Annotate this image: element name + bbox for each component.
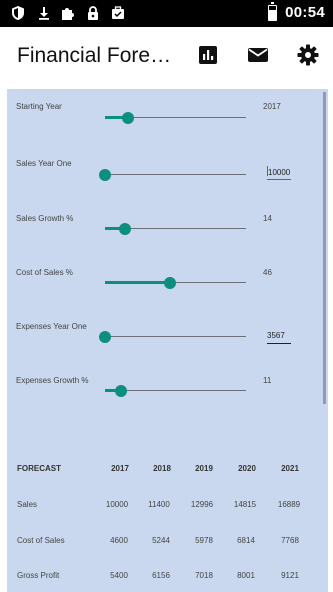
cost-of-sales-slider[interactable] (105, 276, 246, 290)
table-cell: 6156 (152, 571, 170, 580)
forecast-panel: Starting Year 2017 Sales Year One 10000 … (7, 89, 328, 592)
sales-year-one-label: Sales Year One (16, 159, 72, 168)
starting-year-slider[interactable] (105, 111, 246, 125)
year-header: 2020 (238, 464, 256, 473)
year-header: 2019 (195, 464, 213, 473)
sales-year-one-slider[interactable] (99, 168, 246, 182)
slider-thumb[interactable] (118, 223, 131, 235)
table-cell: 9121 (281, 571, 299, 580)
expenses-growth-slider[interactable] (105, 384, 246, 398)
scrollbar[interactable] (323, 92, 326, 404)
sales-year-one-value: 10000 (268, 168, 291, 177)
starting-year-value: 2017 (263, 102, 281, 111)
table-cell: 5978 (195, 536, 213, 545)
app-title: Financial Forecast (17, 44, 175, 67)
sales-growth-value: 14 (263, 214, 272, 223)
table-cell: 14815 (233, 500, 257, 509)
status-time: 00:54 (285, 4, 325, 21)
expenses-year-one-slider[interactable] (99, 330, 246, 344)
slider-thumb[interactable] (99, 169, 111, 181)
expenses-growth-label: Expenses Growth % (16, 376, 89, 385)
lock-icon (88, 6, 98, 20)
year-header: 2021 (281, 464, 299, 473)
download-icon (39, 7, 49, 20)
battery-icon (268, 2, 277, 21)
table-cell: 4600 (110, 536, 128, 545)
briefcase-check-icon (112, 6, 124, 19)
gross-profit-row-label: Gross Profit (17, 571, 60, 580)
expenses-year-one-input[interactable]: 3567 (267, 330, 291, 344)
table-cell: 6814 (237, 536, 255, 545)
year-header: 2017 (111, 464, 129, 473)
status-bar: 00:54 (0, 0, 333, 27)
sales-growth-label: Sales Growth % (16, 214, 74, 223)
cost-of-sales-row-label: Cost of Sales (17, 536, 65, 545)
sales-growth-slider[interactable] (105, 222, 246, 236)
slider-thumb[interactable] (99, 331, 111, 343)
cost-of-sales-label: Cost of Sales % (16, 268, 73, 277)
slider-thumb[interactable] (163, 277, 176, 289)
expenses-growth-value: 11 (263, 376, 272, 385)
table-cell: 7018 (195, 571, 213, 580)
table-cell: 12996 (190, 500, 214, 509)
slider-thumb[interactable] (114, 385, 127, 397)
app-bar: Financial Forecast (0, 27, 333, 84)
table-cell: 16889 (277, 500, 301, 509)
expenses-year-one-value: 3567 (267, 331, 285, 340)
cost-of-sales-value: 46 (263, 268, 272, 277)
puzzle-icon (62, 8, 74, 20)
table-cell: 5244 (152, 536, 170, 545)
mail-icon[interactable] (246, 43, 270, 67)
sales-year-one-input[interactable]: 10000 (267, 166, 291, 180)
starting-year-label: Starting Year (16, 102, 62, 111)
settings-icon[interactable] (296, 43, 320, 67)
table-cell: 7768 (281, 536, 299, 545)
shield-icon (12, 6, 24, 20)
sales-row-label: Sales (17, 500, 38, 509)
slider-thumb[interactable] (121, 112, 134, 124)
table-cell: 5400 (110, 571, 128, 580)
bar-chart-icon[interactable] (196, 43, 220, 67)
table-cell: 10000 (105, 500, 129, 509)
table-cell: 8001 (237, 571, 255, 580)
expenses-year-one-label: Expenses Year One (16, 322, 87, 331)
forecast-header: FORECAST (17, 464, 61, 473)
year-header: 2018 (153, 464, 171, 473)
table-cell: 11400 (148, 500, 170, 509)
